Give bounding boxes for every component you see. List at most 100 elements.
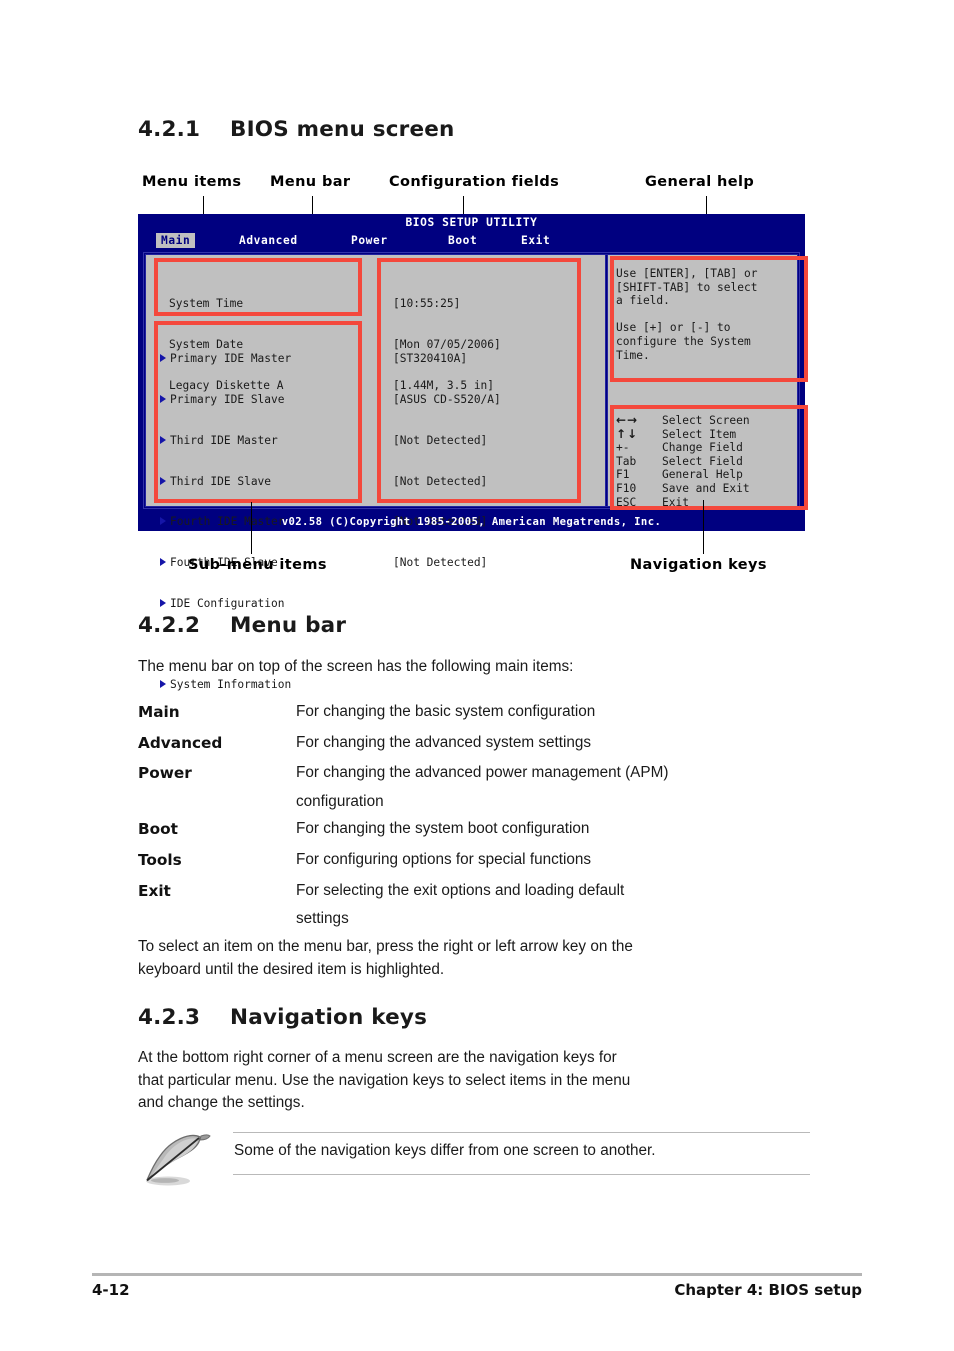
bios-tab-advanced[interactable]: Advanced <box>234 233 303 248</box>
bios-submenu-item[interactable]: IDE Configuration <box>160 597 291 611</box>
menu-bar-definition-list: Main For changing the basic system confi… <box>138 697 818 931</box>
bios-setting-label-0[interactable]: System Time <box>169 297 284 311</box>
bios-menu-bar: Main Advanced Power Boot Exit <box>138 233 805 249</box>
bios-submenu-value-3: [Not Detected] <box>393 474 488 488</box>
bios-submenu-label-0: Primary IDE Master <box>170 352 292 366</box>
section-title-423: Navigation keys <box>230 1005 428 1030</box>
menu-bar-outro-line1: To select an item on the menu bar, press… <box>138 938 633 955</box>
bios-tab-main[interactable]: Main <box>156 233 196 248</box>
bios-navigation-keys: ←→ Select Screen ↑↓ Select Item +- Change F… <box>616 413 806 510</box>
triangle-right-icon <box>160 558 166 567</box>
nav-key-desc: Exit <box>662 495 689 509</box>
nav-key-row: +- Change Field <box>616 441 806 455</box>
callout-menu-bar: Menu bar <box>270 174 351 190</box>
nav-key-row: Tab Select Field <box>616 455 806 469</box>
chapter-label: Chapter 4: BIOS setup <box>674 1281 862 1299</box>
menu-desc-main: For changing the basic system configurat… <box>296 703 596 720</box>
menu-term-main: Main <box>138 703 180 721</box>
callout-sub-menu-items: Sub-menu items <box>188 557 327 573</box>
bios-submenu-item[interactable]: System Information <box>160 678 291 692</box>
menu-desc-power: For changing the advanced power manageme… <box>296 758 668 814</box>
section-heading-422: 4.2.2 Menu bar <box>138 613 346 638</box>
callout-configuration-fields: Configuration fields <box>389 174 560 190</box>
triangle-right-icon <box>160 680 166 689</box>
nav-key-label: F10 <box>616 481 637 495</box>
menu-desc-tools: For configuring options for special func… <box>296 850 592 868</box>
nav-key-desc: Select Field <box>662 454 743 468</box>
callout-menu-items: Menu items <box>142 174 242 190</box>
bios-panel-divider <box>605 255 608 506</box>
bios-setup-screen: BIOS SETUP UTILITY Main Advanced Power B… <box>138 214 808 691</box>
bios-submenu-value-2: [Not Detected] <box>393 433 488 447</box>
nav-key-desc: Select Item <box>662 427 737 441</box>
bios-submenu-label-2: Third IDE Master <box>170 433 278 447</box>
arrow-up-down-icon: ↑↓ <box>616 426 639 441</box>
nav-key-label: F1 <box>616 468 630 482</box>
menu-term-advanced: Advanced <box>138 733 223 752</box>
bios-submenu-label-1: Primary IDE Slave <box>170 392 285 406</box>
menu-term-exit: Exit <box>138 881 171 900</box>
bios-help-paragraph-2: Use [+] or [-] to configure the System T… <box>616 321 751 362</box>
definition-row: Exit For selecting the exit options and … <box>138 876 818 932</box>
menu-desc-power-line2: configuration <box>296 793 384 811</box>
menu-desc-exit-line1: For selecting the exit options and loadi… <box>296 881 625 899</box>
triangle-right-icon <box>160 435 166 444</box>
triangle-right-icon <box>160 354 166 363</box>
menu-desc-exit: For selecting the exit options and loadi… <box>296 876 624 932</box>
leader-sub-menu-items <box>251 502 252 554</box>
bios-title: BIOS SETUP UTILITY <box>405 216 538 229</box>
bios-help-paragraph-1: Use [ENTER], [TAB] or [SHIFT-TAB] to sel… <box>616 267 758 308</box>
menu-desc-power-line1: For changing the advanced power manageme… <box>296 764 669 782</box>
bios-body: System Time System Date Legacy Diskette … <box>143 252 808 691</box>
nav-key-row: F1 General Help <box>616 468 806 482</box>
callout-navigation-keys: Navigation keys <box>630 557 767 573</box>
section-number-423: 4.2.3 <box>138 1005 201 1030</box>
bios-setting-value-0[interactable]: [10:55:25] <box>393 297 501 311</box>
quill-pen-icon <box>146 1134 211 1186</box>
nav-key-row: ESC Exit <box>616 496 806 510</box>
menu-term-power: Power <box>138 764 192 783</box>
menu-term-tools: Tools <box>138 850 182 869</box>
section-heading-421: 4.2.1 BIOS menu screen <box>138 117 455 142</box>
nav-key-desc: General Help <box>662 468 743 482</box>
definition-row: Main For changing the basic system confi… <box>138 697 818 728</box>
bios-submenu-value-5: [Not Detected] <box>393 556 488 570</box>
bios-submenu-item[interactable]: Third IDE Slave <box>160 475 291 489</box>
arrow-left-right-icon: ←→ <box>616 413 639 427</box>
bios-submenu-values: [ST320410A] [ASUS CD-S520/A] [Not Detect… <box>393 325 501 597</box>
menu-bar-outro: To select an item on the menu bar, press… <box>138 936 828 981</box>
bios-submenu-item[interactable]: Primary IDE Slave <box>160 393 291 407</box>
nav-key-desc: Select Screen <box>662 414 750 427</box>
bios-submenu-label-6: IDE Configuration <box>170 596 285 610</box>
nav-keys-line2: that particular menu. Use the navigation… <box>138 1071 631 1089</box>
note-divider-top <box>233 1132 810 1133</box>
navigation-keys-paragraph: At the bottom right corner of a menu scr… <box>138 1047 828 1115</box>
bios-tab-exit[interactable]: Exit <box>516 233 555 248</box>
bios-submenu-spacer <box>160 638 291 652</box>
bios-submenu-label-3: Third IDE Slave <box>170 474 272 488</box>
nav-key-row: ←→ Select Screen <box>616 413 806 428</box>
bios-submenu-value-1: [ASUS CD-S520/A] <box>393 392 501 406</box>
bios-tab-power[interactable]: Power <box>346 233 393 248</box>
bios-submenu-value-0: [ST320410A] <box>393 352 468 366</box>
leader-navigation-keys <box>703 500 704 554</box>
menu-desc-boot: For changing the system boot configurati… <box>296 820 590 838</box>
nav-key-label: Tab <box>616 454 637 468</box>
bios-body-inner: System Time System Date Legacy Diskette … <box>145 254 808 691</box>
bios-submenu-item[interactable]: Primary IDE Master <box>160 352 291 366</box>
menu-desc-exit-line2: settings <box>296 910 349 928</box>
nav-keys-line3: and change the settings. <box>138 1094 305 1111</box>
bios-submenu-item[interactable]: Third IDE Master <box>160 434 291 448</box>
triangle-right-icon <box>160 476 166 485</box>
callout-general-help: General help <box>645 174 755 190</box>
section-title-421: BIOS menu screen <box>230 117 455 142</box>
bios-tab-boot[interactable]: Boot <box>443 233 482 248</box>
nav-key-row: F10 Save and Exit <box>616 482 806 496</box>
menu-bar-intro: The menu bar on top of the screen has th… <box>138 658 574 675</box>
nav-key-label: +- <box>616 441 630 455</box>
section-title-422: Menu bar <box>230 613 347 638</box>
definition-row: Boot For changing the system boot config… <box>138 814 818 845</box>
bios-submenu-label-7: System Information <box>170 678 292 692</box>
nav-key-label: ESC <box>616 495 637 509</box>
definition-row: Power For changing the advanced power ma… <box>138 758 818 814</box>
